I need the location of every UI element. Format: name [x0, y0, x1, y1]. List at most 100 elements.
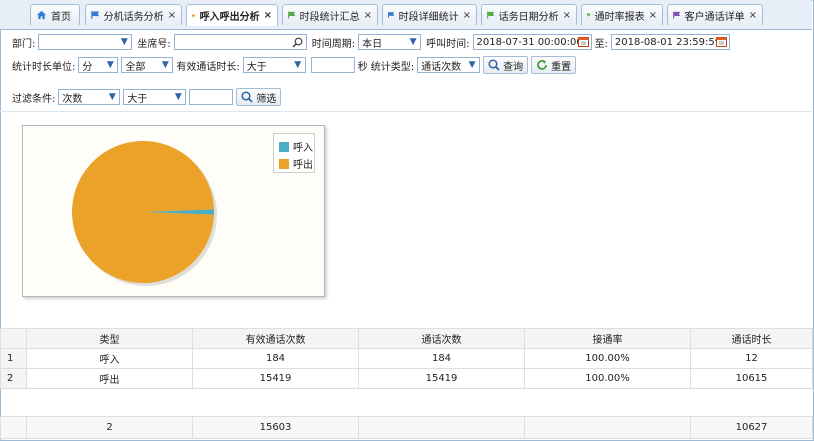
- flag-icon: [487, 11, 495, 19]
- query-button[interactable]: 查询: [483, 56, 529, 74]
- table-cell: 呼出: [26, 368, 193, 389]
- table-cell: 100.00%: [524, 348, 691, 369]
- stat-type-label: 统计类型:: [370, 61, 415, 73]
- table-cell: 10615: [690, 368, 813, 389]
- dept-label: 部门:: [12, 38, 36, 50]
- table-header-row: 类型 有效通话次数 通话次数 接通率 通话时长: [0, 328, 813, 349]
- column-header[interactable]: 接通率: [524, 328, 691, 349]
- calendar-icon[interactable]: [715, 37, 727, 47]
- tab-label: 首页: [51, 11, 71, 23]
- flag-icon: [192, 13, 196, 18]
- row-number: 2: [0, 368, 27, 389]
- column-header[interactable]: 通话次数: [358, 328, 525, 349]
- table-cell: 184: [358, 348, 525, 369]
- chevron-down-icon: ▼: [106, 60, 114, 70]
- flag-icon: [388, 11, 395, 19]
- dept-select[interactable]: ▼: [38, 34, 133, 50]
- condition-op-select[interactable]: 大于 ▼: [123, 89, 187, 105]
- table-row[interactable]: 1 呼入 184 184 100.00% 12: [0, 348, 813, 369]
- tab-date-analysis[interactable]: 话务日期分析 ×: [481, 4, 577, 25]
- flag-icon: [91, 11, 100, 19]
- tab-home[interactable]: 首页: [30, 4, 80, 25]
- filter-button[interactable]: 筛选: [236, 88, 282, 106]
- period-select[interactable]: 本日 ▼: [358, 34, 422, 50]
- search-icon[interactable]: [292, 37, 303, 48]
- seat-label: 坐席号:: [137, 38, 171, 50]
- period-label: 时间周期:: [311, 38, 356, 50]
- footer-cell: 2: [26, 416, 193, 439]
- tab-label: 时段详细统计: [398, 11, 459, 23]
- search-icon: [488, 59, 500, 71]
- legend-swatch: [279, 141, 289, 152]
- tab-inbound-outbound-analysis[interactable]: 呼入呼出分析 ×: [186, 4, 278, 26]
- tab-label: 通时率报表: [594, 11, 645, 23]
- condition-value-input[interactable]: [189, 89, 234, 105]
- tab-label: 时段统计汇总: [299, 11, 360, 23]
- reset-button[interactable]: 重置: [531, 56, 577, 74]
- chevron-down-icon: ▼: [174, 92, 182, 102]
- table-cell: 15419: [358, 368, 525, 389]
- tab-label: 呼入呼出分析: [199, 12, 260, 23]
- footer-row: 2 15603 10627: [0, 416, 813, 439]
- close-icon[interactable]: ×: [749, 10, 757, 21]
- flag-icon: [587, 13, 591, 17]
- chevron-down-icon: ▼: [120, 37, 128, 47]
- close-icon[interactable]: ×: [364, 10, 372, 21]
- legend-swatch: [279, 158, 289, 169]
- row-number-header: [0, 328, 27, 349]
- column-header[interactable]: 有效通话次数: [192, 328, 359, 349]
- search-icon: [241, 91, 254, 103]
- flag-icon: [288, 11, 296, 19]
- tab-bar: 首页 分机话务分析 × 呼入呼出分析 × 时段统计汇总 × 时段详细统计 × 话…: [0, 0, 812, 30]
- tab-rate-report[interactable]: 通时率报表 ×: [581, 4, 663, 25]
- divider: [0, 111, 812, 112]
- tab-period-detail[interactable]: 时段详细统计 ×: [382, 4, 477, 25]
- refresh-icon: [537, 60, 547, 70]
- column-header[interactable]: 通话时长: [690, 328, 813, 349]
- stat-type-select[interactable]: 通话次数 ▼: [417, 57, 481, 73]
- column-header[interactable]: 类型: [26, 328, 193, 349]
- table-cell: 184: [192, 348, 359, 369]
- footer-cell: 10627: [690, 416, 813, 439]
- condition-field-select[interactable]: 次数 ▼: [58, 89, 121, 105]
- close-icon[interactable]: ×: [563, 10, 571, 21]
- valid-duration-input[interactable]: [310, 57, 355, 73]
- condition-label: 过滤条件:: [12, 93, 56, 105]
- flag-icon: [673, 11, 681, 19]
- unit-select[interactable]: 分 ▼: [78, 57, 119, 73]
- chevron-down-icon: ▼: [108, 92, 116, 102]
- tab-period-summary[interactable]: 时段统计汇总 ×: [282, 4, 378, 25]
- tab-label: 客户通话详单: [684, 11, 745, 23]
- close-icon[interactable]: ×: [168, 10, 176, 21]
- close-icon[interactable]: ×: [649, 10, 657, 21]
- footer-cell: [358, 416, 525, 439]
- table-row[interactable]: 2 呼出 15419 15419 100.00% 10615: [0, 368, 813, 389]
- table-cell: 100.00%: [524, 368, 691, 389]
- calendar-icon[interactable]: [577, 37, 589, 47]
- scope-select[interactable]: 全部 ▼: [121, 57, 174, 73]
- footer-cell: [524, 416, 691, 439]
- valid-op-select[interactable]: 大于 ▼: [242, 57, 306, 73]
- chevron-down-icon: ▼: [409, 37, 417, 47]
- tab-customer-call-detail[interactable]: 客户通话详单 ×: [667, 4, 763, 25]
- unit-label: 统计时长单位:: [12, 61, 76, 73]
- table-cell: 12: [690, 348, 813, 369]
- seat-input[interactable]: [173, 34, 307, 50]
- legend-item-inbound: 呼入: [279, 139, 313, 154]
- table-footer: 2 15603 10627: [0, 416, 813, 439]
- footer-cell: 15603: [192, 416, 359, 439]
- end-time-input[interactable]: 2018-08-01 23:59:59: [610, 34, 730, 50]
- filter-row-2: 统计时长单位: 分 ▼ 全部 ▼ 有效通话时长: 大于 ▼ 秒 统计类型: 通话…: [12, 56, 577, 74]
- table-cell: 呼入: [26, 348, 193, 369]
- data-table: 类型 有效通话次数 通话次数 接通率 通话时长 1 呼入 184 184 100…: [0, 328, 813, 389]
- start-time-input[interactable]: 2018-07-31 00:00:00: [472, 34, 592, 50]
- row-number: 1: [0, 348, 27, 369]
- close-icon[interactable]: ×: [264, 10, 272, 21]
- tab-label: 话务日期分析: [498, 11, 559, 23]
- to-label: 至:: [594, 38, 608, 50]
- tab-extension-analysis[interactable]: 分机话务分析 ×: [85, 4, 182, 25]
- close-icon[interactable]: ×: [463, 10, 471, 21]
- seconds-label: 秒: [357, 61, 368, 73]
- calltime-label: 呼叫时间:: [426, 38, 470, 50]
- legend-item-outbound: 呼出: [279, 156, 313, 171]
